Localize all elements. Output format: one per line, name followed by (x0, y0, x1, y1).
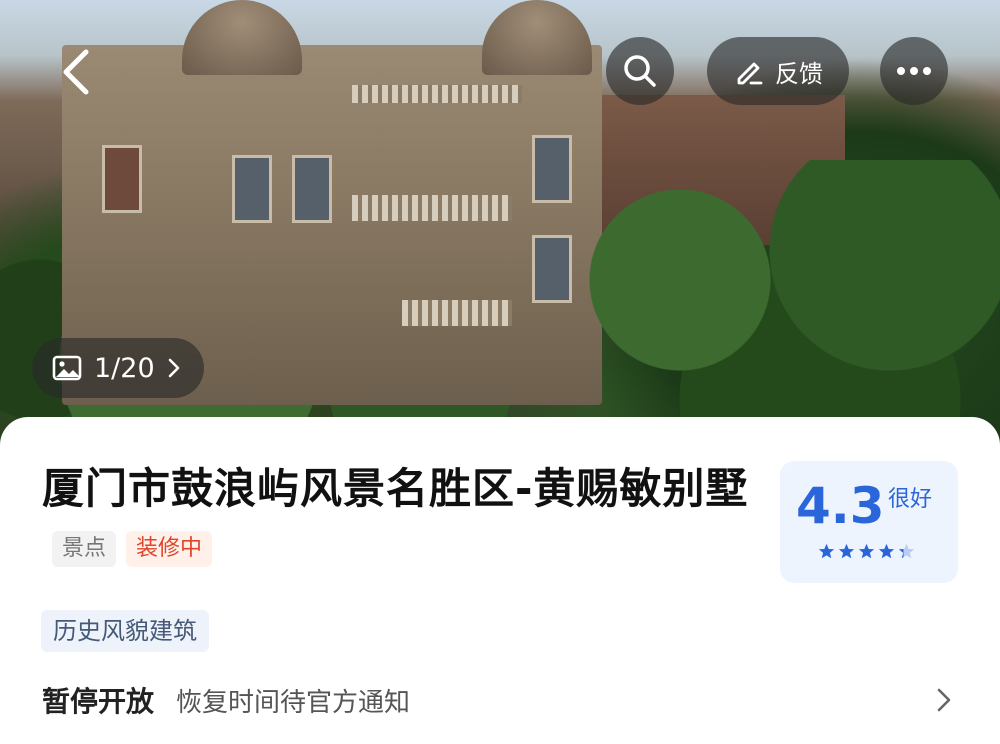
rating-label: 很好 (888, 487, 933, 512)
image-gallery-icon (52, 355, 82, 381)
opening-status-row[interactable]: 暂停开放 恢复时间待官方通知 (42, 676, 962, 724)
place-type-tag: 景点 (52, 530, 117, 567)
reopen-notice: 恢复时间待官方通知 (176, 687, 411, 718)
rating-box[interactable]: 4.3 很好 (780, 461, 958, 583)
back-button[interactable] (56, 44, 96, 100)
more-dots-icon (897, 67, 931, 75)
star-icon (818, 543, 835, 559)
feedback-label: 反馈 (775, 59, 823, 88)
photo-counter-text: 1/20 (94, 352, 155, 384)
back-arrow-icon (63, 49, 89, 95)
place-status-tag: 装修中 (126, 530, 213, 567)
search-icon (624, 55, 656, 87)
star-icon (858, 543, 875, 559)
more-options-button[interactable] (880, 37, 948, 105)
star-icon (838, 543, 855, 559)
place-name: 厦门市鼓浪屿风景名胜区-黄赐敏别墅 (42, 464, 749, 513)
photo-trees-right (560, 160, 1000, 460)
photo-counter-button[interactable]: 1/20 (32, 338, 204, 398)
star-icon (878, 543, 895, 559)
opening-status: 暂停开放 (42, 685, 155, 718)
chevron-right-icon (168, 358, 179, 378)
category-tag[interactable]: 历史风貌建筑 (41, 610, 209, 652)
edit-pencil-icon (737, 62, 763, 85)
rating-stars (818, 543, 915, 560)
search-button[interactable] (606, 37, 674, 105)
chevron-right-icon (937, 688, 951, 712)
place-title-block: 厦门市鼓浪屿风景名胜区-黄赐敏别墅景点 装修中 (42, 458, 752, 582)
star-icon (898, 543, 915, 559)
rating-score: 4.3 (796, 477, 885, 535)
feedback-button[interactable]: 反馈 (707, 37, 849, 105)
